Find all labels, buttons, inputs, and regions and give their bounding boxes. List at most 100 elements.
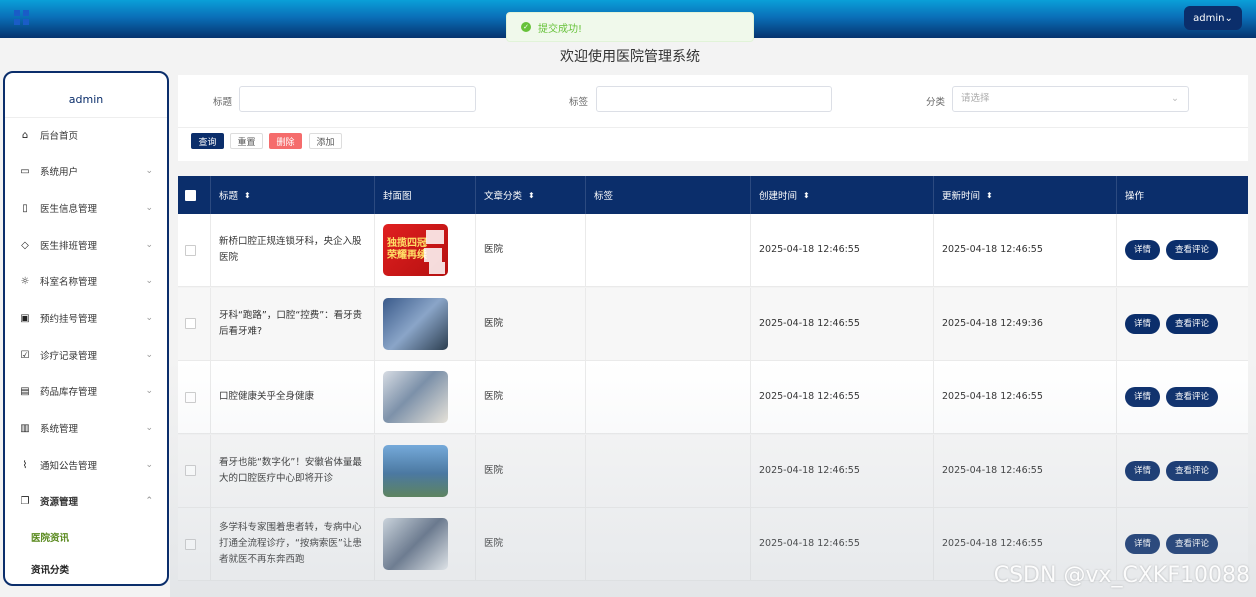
category-select[interactable]: 请选择 ⌄ (952, 86, 1189, 112)
cell-cover (375, 361, 476, 433)
sidebar-item-label: 后台首页 (40, 131, 79, 142)
cell-cover (375, 287, 476, 360)
header-label: 标题 (219, 191, 239, 202)
tag-icon: ◇ (21, 239, 29, 251)
view-comments-button[interactable]: 查看评论 (1166, 313, 1218, 334)
sidebar-item-doctor-info[interactable]: ▯ 医生信息管理 ⌄ (5, 196, 167, 220)
view-comments-button[interactable]: 查看评论 (1166, 240, 1218, 260)
query-button[interactable]: 查询 (191, 133, 224, 149)
home-icon: ⌂ (21, 129, 29, 141)
cell-updated: 2025-04-18 12:46:55 (934, 361, 1117, 433)
header-category[interactable]: 文章分类 ⬍ (476, 176, 586, 214)
header-label: 更新时间 (942, 191, 981, 202)
chevron-down-icon: ⌄ (145, 276, 153, 286)
row-checkbox[interactable] (185, 538, 196, 550)
cover-image (383, 297, 448, 350)
table-header: 标题 ⬍ 封面图 文章分类 ⬍ 标签 创建时间 ⬍ 更新时间 ⬍ 操作 (178, 176, 1248, 214)
sidebar-item-home[interactable]: ⌂ 后台首页 (5, 123, 167, 147)
cell-title: 口腔健康关乎全身健康 (211, 361, 375, 433)
sidebar-item-resources[interactable]: ❐ 资源管理 ⌃ (5, 489, 167, 513)
sidebar-item-inventory[interactable]: ▤ 药品库存管理 ⌄ (5, 379, 167, 403)
sidebar-item-system-users[interactable]: ▭ 系统用户 ⌄ (5, 159, 167, 183)
watermark: CSDN @vx_CXKF10088 (993, 563, 1250, 588)
title-input[interactable] (239, 86, 476, 112)
sidebar: admin ⌂ 后台首页 ▭ 系统用户 ⌄ ▯ 医生信息管理 ⌄ ◇ 医生排班管… (3, 71, 169, 586)
sidebar-subitem-news-category[interactable]: 资讯分类 (5, 557, 167, 581)
detail-button[interactable]: 详情 (1125, 313, 1160, 334)
sort-icon: ⬍ (528, 190, 535, 200)
row-checkbox-cell (178, 434, 211, 507)
header-tags: 标签 (586, 176, 751, 214)
header-label: 封面图 (383, 191, 412, 202)
cell-actions: 详情 查看评论 (1117, 288, 1248, 360)
sidebar-item-notices[interactable]: ⌇ 通知公告管理 ⌄ (5, 453, 167, 477)
chat-icon: ▤ (20, 385, 30, 397)
select-all-checkbox-cell (178, 176, 211, 214)
monitor-icon: ▭ (20, 165, 30, 177)
tag-input[interactable] (596, 86, 832, 112)
header-updated[interactable]: 更新时间 ⬍ (934, 176, 1117, 214)
delete-button[interactable]: 删除 (269, 133, 302, 149)
chevron-up-icon: ⌃ (145, 496, 153, 506)
cell-updated: 2025-04-18 12:49:36 (934, 287, 1117, 360)
sidebar-item-label: 医生排班管理 (40, 241, 98, 252)
cell-actions: 详情 查看评论 (1117, 435, 1248, 507)
sidebar-subitem-hospital-news[interactable]: 医院资讯 (5, 525, 167, 549)
sidebar-item-records[interactable]: ☑ 诊疗记录管理 ⌄ (5, 343, 167, 367)
header-created[interactable]: 创建时间 ⬍ (751, 176, 934, 214)
sidebar-item-system[interactable]: ▥ 系统管理 ⌄ (5, 416, 167, 440)
cell-actions: 详情 查看评论 (1117, 214, 1248, 286)
header-title[interactable]: 标题 ⬍ (211, 176, 375, 214)
header-label: 文章分类 (484, 191, 523, 202)
reset-button[interactable]: 重置 (230, 133, 263, 149)
divider (178, 127, 1248, 128)
cover-image: 独揽四冠 荣耀再续 (383, 224, 448, 276)
row-checkbox-cell (178, 508, 211, 580)
row-checkbox[interactable] (185, 318, 196, 329)
select-all-checkbox[interactable] (185, 189, 196, 201)
cell-created: 2025-04-18 12:46:55 (751, 214, 934, 286)
chevron-down-icon: ⌄ (145, 203, 153, 213)
sidebar-item-departments[interactable]: ☼ 科室名称管理 ⌄ (5, 269, 167, 293)
view-comments-button[interactable]: 查看评论 (1166, 534, 1218, 554)
header-cover: 封面图 (375, 176, 476, 214)
title-label: 标题 (213, 97, 233, 108)
row-checkbox[interactable] (185, 391, 196, 403)
view-comments-button[interactable]: 查看评论 (1166, 387, 1218, 407)
sidebar-item-label: 科室名称管理 (40, 277, 98, 288)
admin-dropdown-button[interactable]: admin⌄ (1184, 6, 1242, 30)
copy-icon: ❐ (20, 495, 30, 507)
cell-updated: 2025-04-18 12:46:55 (934, 214, 1117, 286)
row-checkbox[interactable] (185, 244, 196, 256)
category-placeholder: 请选择 (961, 93, 990, 104)
sidebar-item-label: 预约挂号管理 (40, 314, 98, 325)
detail-button[interactable]: 详情 (1125, 460, 1160, 481)
cell-tags (586, 214, 751, 286)
sidebar-item-appointments[interactable]: ▣ 预约挂号管理 ⌄ (5, 306, 167, 330)
cell-tags (586, 287, 751, 360)
success-toast: ✓ 提交成功! (506, 12, 754, 42)
add-button[interactable]: 添加 (309, 133, 342, 149)
detail-button[interactable]: 详情 (1125, 534, 1160, 554)
sidebar-item-label: 系统用户 (40, 167, 79, 178)
detail-button[interactable]: 详情 (1125, 240, 1160, 260)
sidebar-item-label: 药品库存管理 (40, 387, 98, 398)
cover-image (383, 444, 448, 497)
sidebar-item-label: 系统管理 (40, 424, 79, 435)
sidebar-username: admin (5, 73, 167, 118)
header-label: 创建时间 (759, 191, 798, 202)
detail-button[interactable]: 详情 (1125, 387, 1160, 407)
check-circle-icon: ✓ (521, 22, 531, 32)
table-row: 牙科“跑路”，口腔“控费”：看牙贵后看牙难? 医院 2025-04-18 12:… (178, 287, 1248, 361)
inbox-icon: ▣ (20, 312, 30, 324)
bookmark-icon: ▯ (22, 202, 28, 214)
row-checkbox[interactable] (185, 465, 196, 476)
cell-tags (586, 508, 751, 580)
cell-actions: 详情 查看评论 (1117, 361, 1248, 433)
sidebar-item-label: 资源管理 (40, 497, 79, 508)
page-title: 欢迎使用医院管理系统 (560, 49, 700, 65)
view-comments-button[interactable]: 查看评论 (1166, 460, 1218, 481)
search-panel: 标题 标签 分类 请选择 ⌄ 查询 重置 删除 添加 (178, 75, 1248, 161)
sidebar-item-doctor-schedule[interactable]: ◇ 医生排班管理 ⌄ (5, 233, 167, 257)
grid-menu-icon[interactable] (14, 10, 30, 26)
